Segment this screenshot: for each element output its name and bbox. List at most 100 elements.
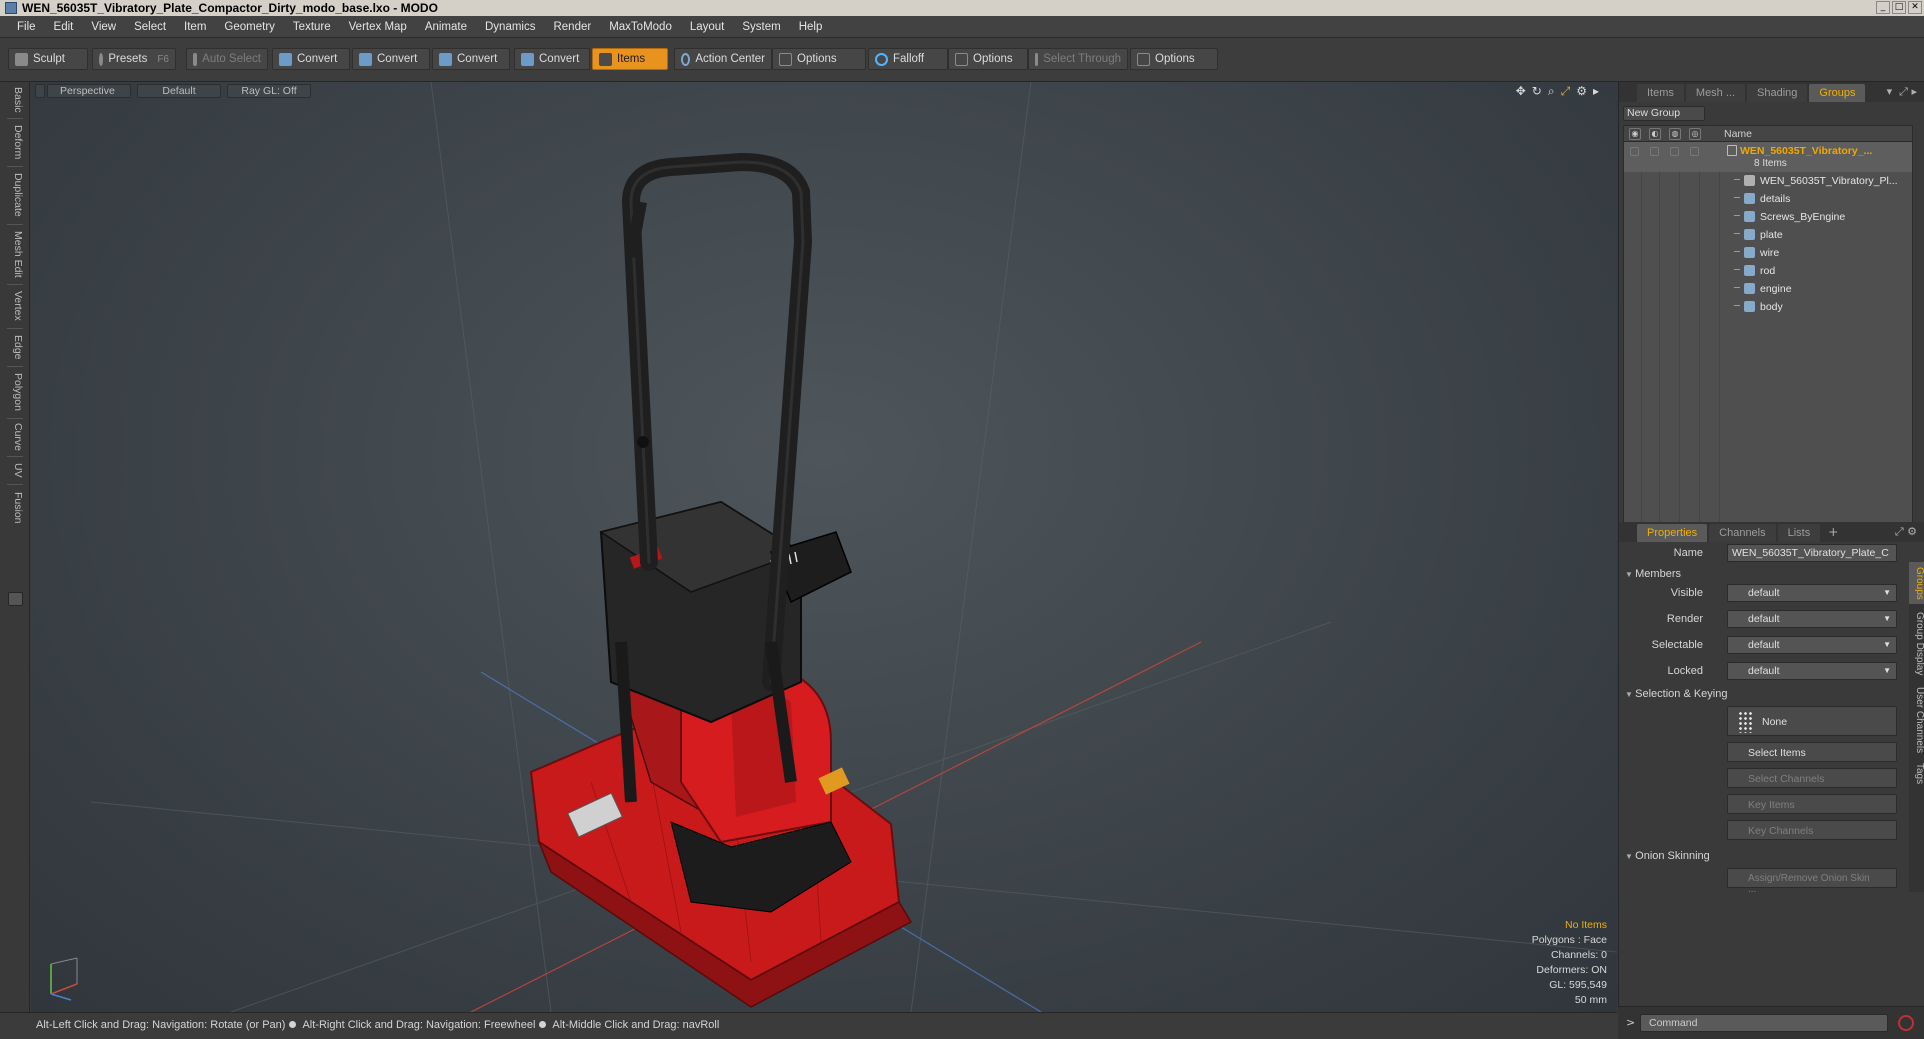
add-tab-icon[interactable]: + <box>1822 522 1844 542</box>
onion-skinning-section[interactable]: Onion Skinning <box>1625 850 1710 862</box>
command-input[interactable]: Command <box>1640 1014 1888 1032</box>
convert-button-4[interactable]: Convert <box>514 48 590 70</box>
eye-icon[interactable] <box>1630 147 1639 156</box>
menu-geometry[interactable]: Geometry <box>215 21 284 33</box>
lock-toggle-icon[interactable] <box>1670 147 1679 156</box>
select-through-options-button[interactable]: Options <box>1130 48 1218 70</box>
group-row[interactable]: WEN_56035T_Vibratory_... 8 Items <box>1624 142 1912 172</box>
new-group-button[interactable]: New Group <box>1623 106 1705 121</box>
rotate-view-icon[interactable]: ↻ <box>1532 84 1542 99</box>
render-dropdown[interactable]: default <box>1727 610 1897 628</box>
key-items-button[interactable]: Key Items <box>1727 794 1897 814</box>
list-item[interactable]: engine <box>1624 280 1912 298</box>
select-through-button[interactable]: Select Through <box>1028 48 1128 70</box>
list-item[interactable]: rod <box>1624 262 1912 280</box>
menu-texture[interactable]: Texture <box>284 21 340 33</box>
auto-select-button[interactable]: Auto Select <box>186 48 268 70</box>
zoom-view-icon[interactable]: ⌕ <box>1548 84 1555 99</box>
menu-select[interactable]: Select <box>125 21 175 33</box>
falloff-button[interactable]: Falloff <box>868 48 948 70</box>
items-mode-button[interactable]: Items <box>592 48 668 70</box>
menu-render[interactable]: Render <box>544 21 600 33</box>
select-icon[interactable]: ◎ <box>1689 128 1701 140</box>
sculpt-button[interactable]: Sculpt <box>8 48 88 70</box>
move-view-icon[interactable]: ✥ <box>1516 84 1526 99</box>
fit-view-icon[interactable]: ⤢ <box>1561 84 1571 99</box>
viewport-menu-dot[interactable] <box>35 84 45 98</box>
list-item[interactable]: details <box>1624 190 1912 208</box>
menu-vertex-map[interactable]: Vertex Map <box>340 21 416 33</box>
menu-edit[interactable]: Edit <box>45 21 83 33</box>
tab-deform[interactable]: Deform <box>6 122 24 162</box>
menu-animate[interactable]: Animate <box>416 21 476 33</box>
tab-mesh-edit[interactable]: Mesh Edit <box>6 228 24 280</box>
list-item[interactable]: wire <box>1624 244 1912 262</box>
tab-edge[interactable]: Edge <box>6 332 24 362</box>
chevron-right-icon[interactable]: ▸ <box>1593 84 1599 99</box>
menu-system[interactable]: System <box>733 21 789 33</box>
list-item[interactable]: body <box>1624 298 1912 316</box>
tab-basic[interactable]: Basic <box>6 86 24 114</box>
selection-keying-section[interactable]: Selection & Keying <box>1625 688 1727 700</box>
menu-view[interactable]: View <box>82 21 125 33</box>
visible-dropdown[interactable]: default <box>1727 584 1897 602</box>
tab-mesh[interactable]: Mesh ... <box>1685 84 1746 102</box>
action-center-options-button[interactable]: Options <box>772 48 866 70</box>
falloff-options-button[interactable]: Options <box>948 48 1028 70</box>
members-section[interactable]: Members <box>1625 568 1681 580</box>
tab-polygon[interactable]: Polygon <box>6 370 24 414</box>
compactor-model[interactable] <box>529 153 913 1008</box>
menu-maxtomodo[interactable]: MaxToModo <box>600 21 681 33</box>
side-tab-groups[interactable]: Groups <box>1909 562 1924 604</box>
tab-lists[interactable]: Lists <box>1777 524 1821 542</box>
tab-curve[interactable]: Curve <box>6 422 24 452</box>
name-field[interactable]: WEN_56035T_Vibratory_Plate_C <box>1727 544 1897 562</box>
convert-button-2[interactable]: Convert <box>352 48 430 70</box>
shading-selector[interactable]: Default <box>137 84 221 98</box>
panel-tools-icon[interactable]: ▾ ⤢ ▸ <box>1887 85 1917 99</box>
render-toggle-icon[interactable] <box>1650 147 1659 156</box>
visibility-icon[interactable]: ◉ <box>1629 128 1641 140</box>
list-item[interactable]: plate <box>1624 226 1912 244</box>
select-toggle-icon[interactable] <box>1690 147 1699 156</box>
3d-viewport[interactable]: Perspective Default Ray GL: Off ✥ ↻ ⌕ ⤢ … <box>31 82 1617 1012</box>
gear-icon[interactable]: ⚙ <box>1576 84 1587 99</box>
lock-icon[interactable]: ◍ <box>1669 128 1681 140</box>
tab-channels[interactable]: Channels <box>1709 524 1776 542</box>
menu-file[interactable]: File <box>8 21 45 33</box>
menu-layout[interactable]: Layout <box>681 21 734 33</box>
locked-dropdown[interactable]: default <box>1727 662 1897 680</box>
close-icon[interactable]: ✕ <box>1908 1 1922 14</box>
menu-help[interactable]: Help <box>790 21 832 33</box>
convert-button-3[interactable]: Convert <box>432 48 510 70</box>
convert-button-1[interactable]: Convert <box>272 48 350 70</box>
menu-dynamics[interactable]: Dynamics <box>476 21 544 33</box>
select-channels-button[interactable]: Select Channels <box>1727 768 1897 788</box>
record-macro-icon[interactable] <box>1898 1015 1914 1031</box>
view-type-selector[interactable]: Perspective <box>47 84 131 98</box>
list-item[interactable]: WEN_56035T_Vibratory_Pl... <box>1624 172 1912 190</box>
raygl-toggle[interactable]: Ray GL: Off <box>227 84 311 98</box>
tab-shading[interactable]: Shading <box>1747 84 1808 102</box>
presets-button[interactable]: Presets F6 <box>92 48 176 70</box>
key-channels-button[interactable]: Key Channels <box>1727 820 1897 840</box>
tab-vertex[interactable]: Vertex <box>6 288 24 324</box>
onion-skin-button[interactable]: Assign/Remove Onion Skin ... <box>1727 868 1897 895</box>
none-button[interactable]: None <box>1727 706 1897 736</box>
side-tab-user-channels[interactable]: User Channels <box>1909 684 1924 756</box>
tab-uv[interactable]: UV <box>6 460 24 480</box>
minimize-icon[interactable]: _ <box>1876 1 1890 14</box>
toggle-panel-button[interactable] <box>8 592 23 606</box>
tab-items[interactable]: Items <box>1637 84 1684 102</box>
select-items-button[interactable]: Select Items <box>1727 742 1897 762</box>
side-tab-tags[interactable]: Tags <box>1909 760 1924 788</box>
tab-duplicate[interactable]: Duplicate <box>6 170 24 220</box>
list-item[interactable]: Screws_ByEngine <box>1624 208 1912 226</box>
selectable-dropdown[interactable]: default <box>1727 636 1897 654</box>
tab-groups[interactable]: Groups <box>1809 84 1866 102</box>
action-center-button[interactable]: Action Center <box>674 48 772 70</box>
tab-fusion[interactable]: Fusion <box>6 488 24 528</box>
maximize-icon[interactable]: □ <box>1892 1 1906 14</box>
menu-item[interactable]: Item <box>175 21 215 33</box>
tab-properties[interactable]: Properties <box>1637 524 1708 542</box>
